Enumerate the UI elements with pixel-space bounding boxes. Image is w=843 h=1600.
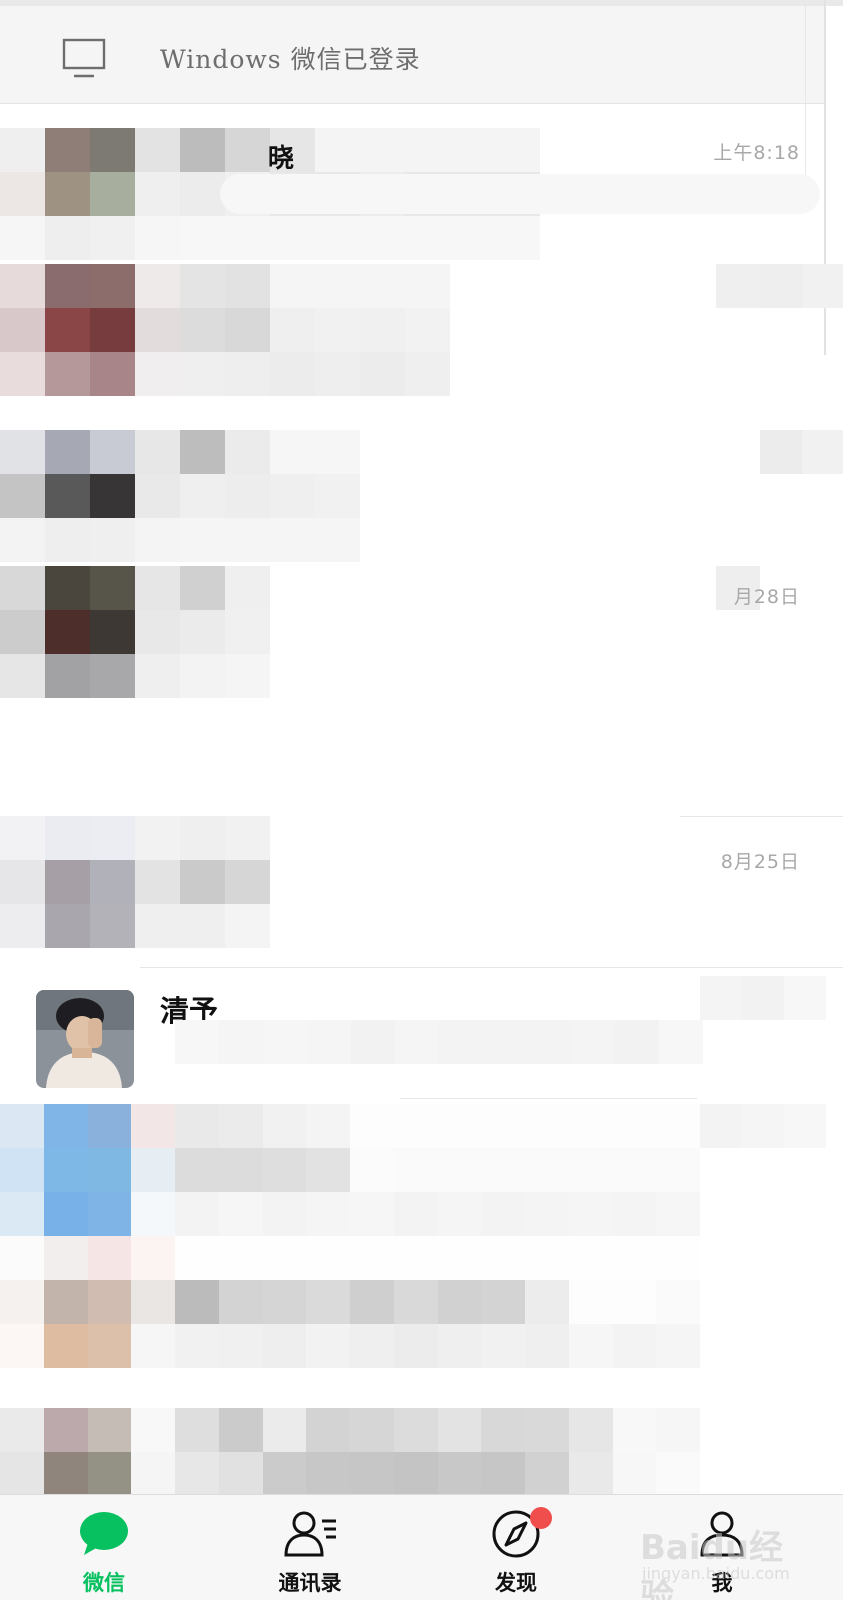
banner-text: Windows 微信已登录 [160, 45, 421, 74]
pixelated-avatar [0, 264, 450, 396]
chat-row[interactable]: 月28日 [0, 554, 843, 817]
pixelated-preview [175, 1020, 703, 1064]
tab-discover[interactable]: 发现 [436, 1495, 596, 1600]
row-separator [140, 967, 843, 968]
chat-name: 晓 [268, 144, 295, 174]
chat-row[interactable]: 8月25日 [0, 704, 843, 968]
chat-row[interactable] [0, 254, 843, 404]
tab-chats[interactable]: 微信 [24, 1495, 184, 1600]
chat-list: 晓 上午8:18 月28日 8月25日 清予 [0, 104, 843, 1540]
tab-label: 发现 [495, 1570, 537, 1595]
windows-login-banner[interactable]: Windows 微信已登录 [0, 6, 824, 104]
chat-bubble-icon [80, 1512, 128, 1555]
tab-contacts[interactable]: 通讯录 [230, 1495, 390, 1600]
pixelated-avatar [0, 816, 270, 948]
contacts-icon [284, 1511, 336, 1557]
pixelated-avatar [0, 1236, 700, 1368]
avatar [36, 990, 134, 1088]
tab-label: 微信 [83, 1570, 125, 1595]
chat-row[interactable]: 晓 上午8:18 [0, 104, 843, 260]
watermark-sub: jingyan.baidu.com [642, 1564, 790, 1583]
chat-row[interactable]: 清予 [0, 974, 843, 1104]
chat-row[interactable] [0, 1104, 843, 1254]
tab-label: 通讯录 [278, 1570, 342, 1595]
watermark-main: Baidu经验 [640, 1528, 784, 1600]
chat-time: 月28日 [733, 586, 800, 608]
chat-row[interactable] [0, 1236, 843, 1386]
chat-time: 8月25日 [720, 851, 800, 873]
baidu-watermark: Baidu经验 jingyan.baidu.com [640, 1520, 800, 1600]
scribble-mask [220, 174, 820, 214]
row-separator [400, 1098, 697, 1099]
pixelated-avatar [0, 430, 360, 562]
chat-time: 上午8:18 [713, 142, 800, 164]
notification-dot [530, 1507, 552, 1529]
pixelated-time [716, 264, 843, 308]
pixelated-time [700, 1104, 826, 1148]
pixelated-avatar [0, 566, 270, 698]
avatar-photo [36, 990, 134, 1088]
chat-row[interactable] [0, 404, 843, 562]
pixelated-time [700, 976, 826, 1020]
pixelated-avatar [0, 1104, 700, 1236]
monitor-icon [62, 38, 106, 78]
pixelated-time [760, 430, 843, 474]
